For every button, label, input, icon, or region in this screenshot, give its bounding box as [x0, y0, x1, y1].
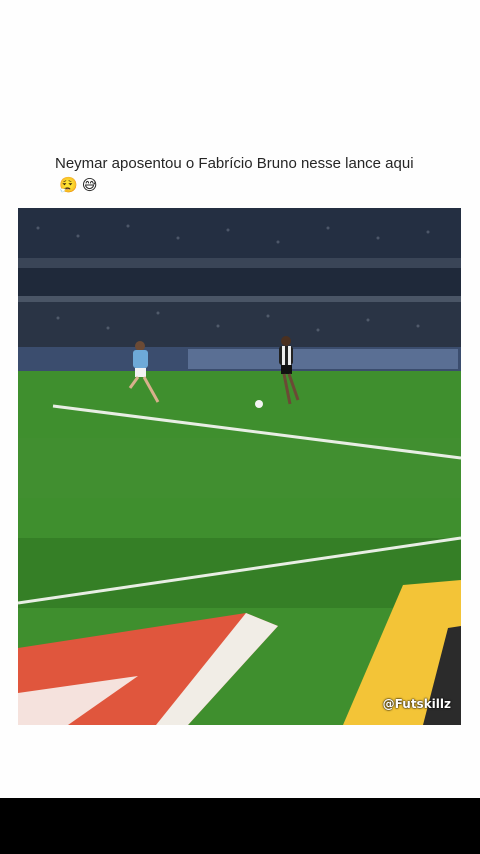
caption-emojis: 😮‍💨 😅 [59, 177, 98, 194]
caption-text: Neymar aposentou o Fabrício Bruno nesse … [55, 155, 414, 172]
ball [255, 400, 263, 408]
post-card: Neymar aposentou o Fabrício Bruno nesse … [0, 0, 480, 798]
video-still [18, 208, 461, 725]
bottom-bar [0, 798, 480, 854]
post-caption: Neymar aposentou o Fabrício Bruno nesse … [55, 153, 435, 197]
video-watermark: @Futskillz [382, 697, 451, 711]
video-player[interactable]: @Futskillz [18, 208, 461, 725]
